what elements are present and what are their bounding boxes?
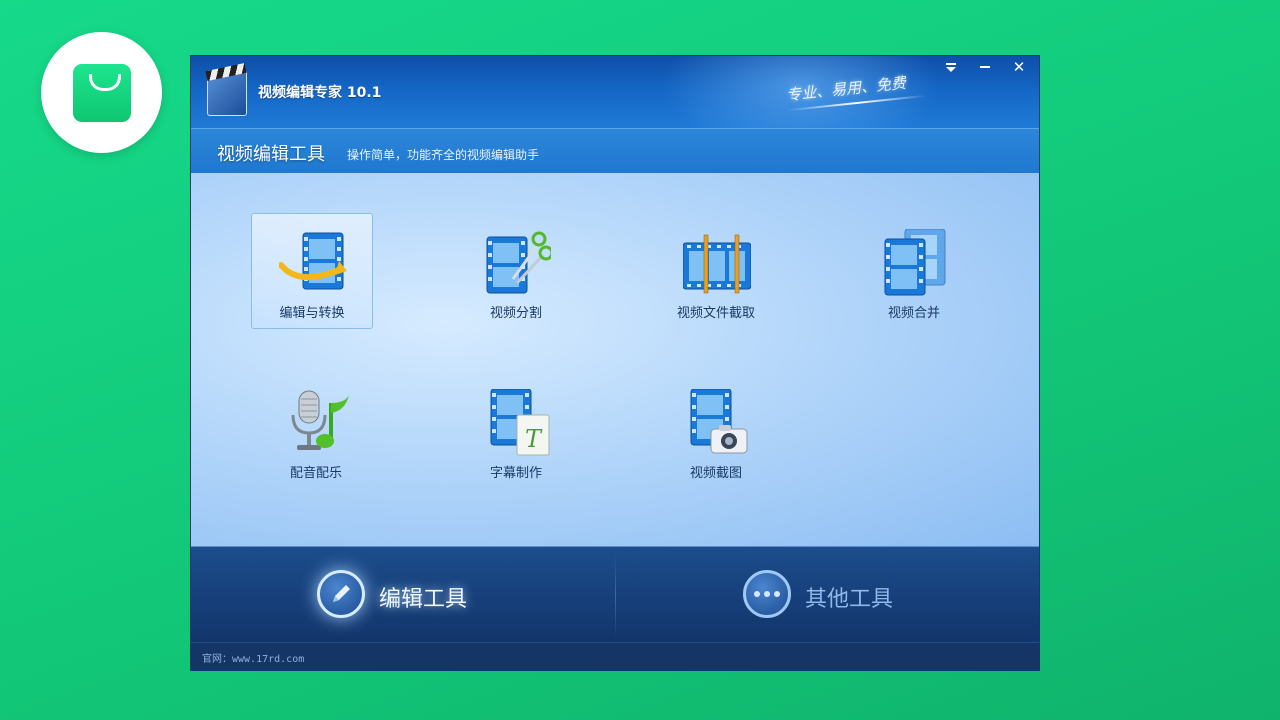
section-subtitle: 操作简单，功能齐全的视频编辑助手 [347,148,540,162]
film-trim-icon [683,234,751,294]
tab-label: 编辑工具 [379,587,468,612]
app-title: 视频编辑专家 10.1 [258,85,382,101]
tool-screenshot[interactable]: 视频截图 [655,373,777,489]
svg-text:T: T [525,425,543,453]
tab-edit-tools[interactable]: 编辑工具 [317,561,517,629]
close-icon: ✕ [1012,58,1026,76]
tab-label: 其他工具 [805,587,894,612]
tool-trim[interactable]: 视频文件截取 [655,213,777,329]
tool-merge[interactable]: 视频合并 [853,213,975,329]
tool-grid: 编辑与转换 视频分割 视频文件截取 视频合并 配音配乐 T 字幕制作 视频截图 [191,173,1039,546]
dropdown-menu-button[interactable] [937,58,965,76]
film-convert-icon [279,232,347,290]
film-camera-icon [690,389,748,454]
tab-other-tools[interactable]: 其他工具 [743,561,943,629]
clapperboard-icon [207,70,247,116]
tool-label: 编辑与转换 [279,306,345,321]
tool-edit-convert[interactable]: 编辑与转换 [251,213,373,329]
minimize-button[interactable] [971,58,999,76]
tool-dubbing-music[interactable]: 配音配乐 [255,373,377,489]
tool-label: 视频文件截取 [676,306,755,321]
tool-split[interactable]: 视频分割 [455,213,577,329]
section-header: 视频编辑工具 操作简单，功能齐全的视频编辑助手 [191,128,1039,174]
close-button[interactable]: ✕ [1005,58,1033,76]
tool-label: 视频截图 [689,466,742,481]
dropdown-arrow-icon [946,62,956,72]
tab-divider [615,553,616,637]
tool-label: 视频合并 [887,306,940,321]
status-footer: 官网：www.17rd.com [191,642,1039,670]
title-bar[interactable]: 视频编辑专家 10.1 专业、易用、免费 ✕ [191,56,1039,156]
bottom-tab-bar: 编辑工具 其他工具 [191,546,1039,643]
app-store-badge[interactable] [41,32,162,153]
section-title: 视频编辑工具 [217,144,325,165]
film-merge-icon [884,229,946,296]
tool-label: 视频分割 [489,306,542,321]
tool-label: 字幕制作 [489,466,542,481]
shopping-bag-icon [72,63,131,122]
minimize-icon [980,66,990,68]
website-link[interactable]: 官网：www.17rd.com [202,650,304,665]
film-subtitle-icon: T [490,389,550,456]
film-scissors-icon [486,231,551,294]
app-window: 视频编辑专家 10.1 专业、易用、免费 ✕ 视频编辑工具 操作简单，功能齐全的… [190,55,1040,671]
more-dots-icon [743,570,791,618]
tool-label: 配音配乐 [289,466,342,481]
microphone-music-icon [291,390,349,450]
tool-subtitle[interactable]: T 字幕制作 [455,373,577,489]
pencil-icon [317,570,365,618]
